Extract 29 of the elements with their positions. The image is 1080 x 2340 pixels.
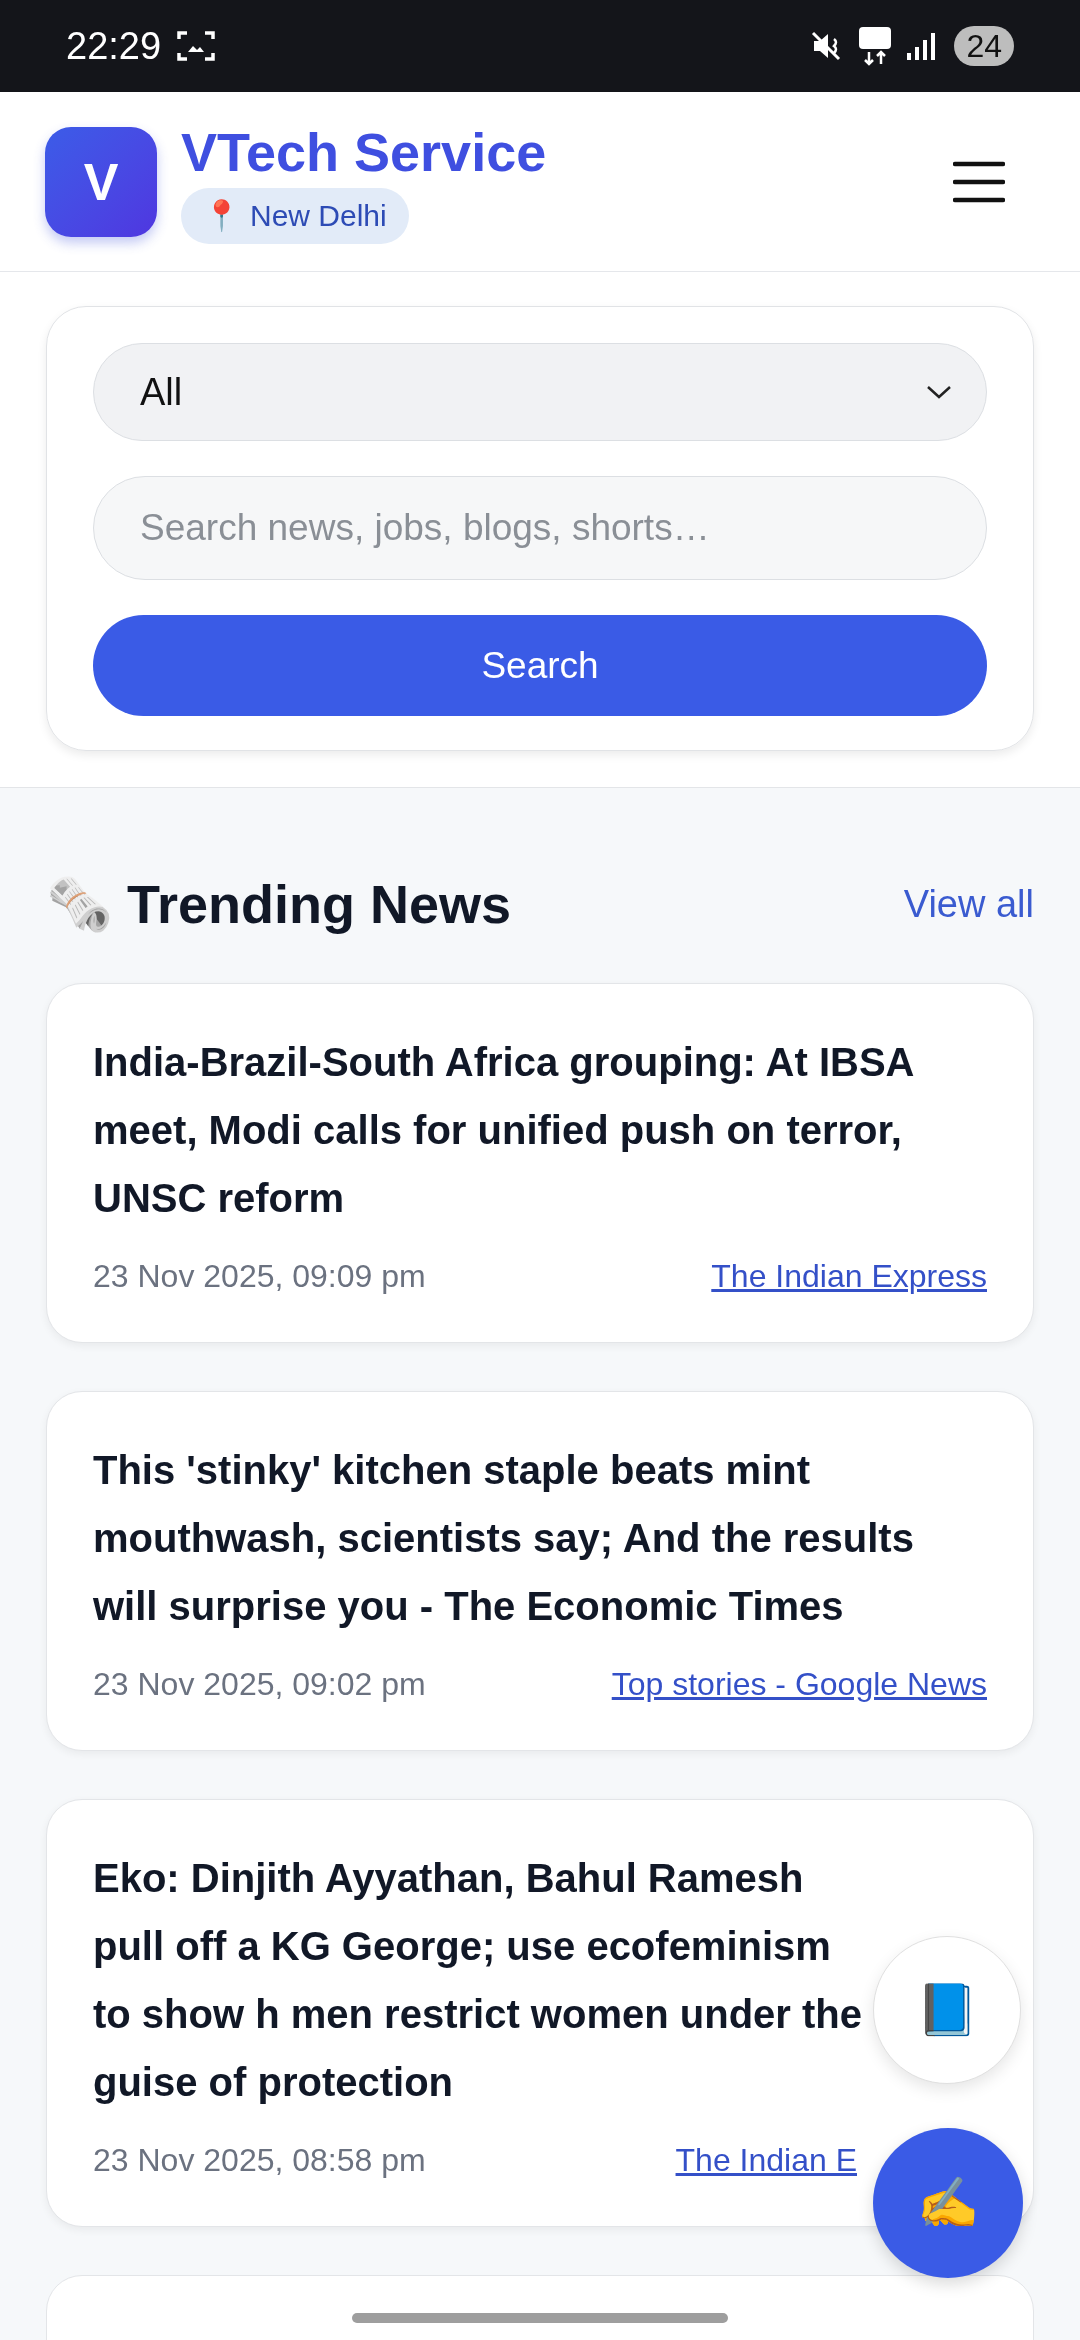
signal-icon bbox=[906, 31, 937, 61]
location-label: New Delhi bbox=[250, 198, 387, 234]
news-date: 23 Nov 2025, 08:58 pm bbox=[93, 2141, 426, 2180]
menu-icon[interactable] bbox=[953, 159, 1005, 204]
news-card[interactable]: This 'stinky' kitchen staple beats mint mouthwash, scientists say; And the results will surprise you - The Economic Times 23 Nov 2025, 09:02 pm Top stories - Google News bbox=[46, 1391, 1034, 1751]
source-link[interactable]: Top stories - Google News bbox=[611, 1660, 987, 1708]
source-link[interactable]: The Indian E bbox=[675, 2136, 857, 2184]
chevron-icon bbox=[926, 384, 952, 400]
screenshot-icon bbox=[177, 29, 216, 63]
news-headline: India-Brazil-South Africa grouping: At IBSA meet, Modi calls for unified push on terror, UNSC reform bbox=[93, 1039, 914, 1222]
location-pill[interactable]: 📍 New Delhi bbox=[181, 187, 409, 244]
source-link[interactable]: The Indian Express bbox=[711, 1252, 987, 1300]
category-dropdown[interactable]: All bbox=[93, 343, 987, 441]
news-date: 23 Nov 2025, 09:02 pm bbox=[93, 1665, 426, 1704]
network-icon bbox=[858, 26, 893, 66]
newspaper-icon: 🗞 bbox=[46, 864, 113, 945]
search-button[interactable]: Search bbox=[93, 615, 987, 716]
app-title: VTech Service bbox=[181, 120, 547, 184]
status-time: 22:29 bbox=[66, 23, 162, 69]
app-logo: V bbox=[45, 126, 157, 237]
news-date: 23 Nov 2025, 09:09 pm bbox=[93, 1257, 426, 1296]
section-title: Trending News bbox=[127, 873, 512, 936]
news-headline: This 'stinky' kitchen staple beats mint mouthwash, scientists say; And the results will surprise you - The Economic Times bbox=[93, 1447, 915, 1630]
search-field[interactable]: Search news, jobs, blogs, shorts… bbox=[93, 476, 987, 580]
view-all-link[interactable]: View all bbox=[903, 876, 1034, 933]
news-headline: Eko: Dinjith Ayyathan, Bahul Ramesh pull off a KG George; use ecofeminism to show h men restrict women under the guise of protection bbox=[93, 1855, 863, 2106]
pin-icon: 📍 bbox=[203, 193, 240, 238]
news-card[interactable]: India-Brazil-South Africa grouping: At IBSA meet, Modi calls for unified push on terror, UNSC reform 23 Nov 2025, 09:09 pm The Indian Express bbox=[46, 983, 1034, 1343]
battery-indicator: 24 bbox=[954, 26, 1014, 66]
